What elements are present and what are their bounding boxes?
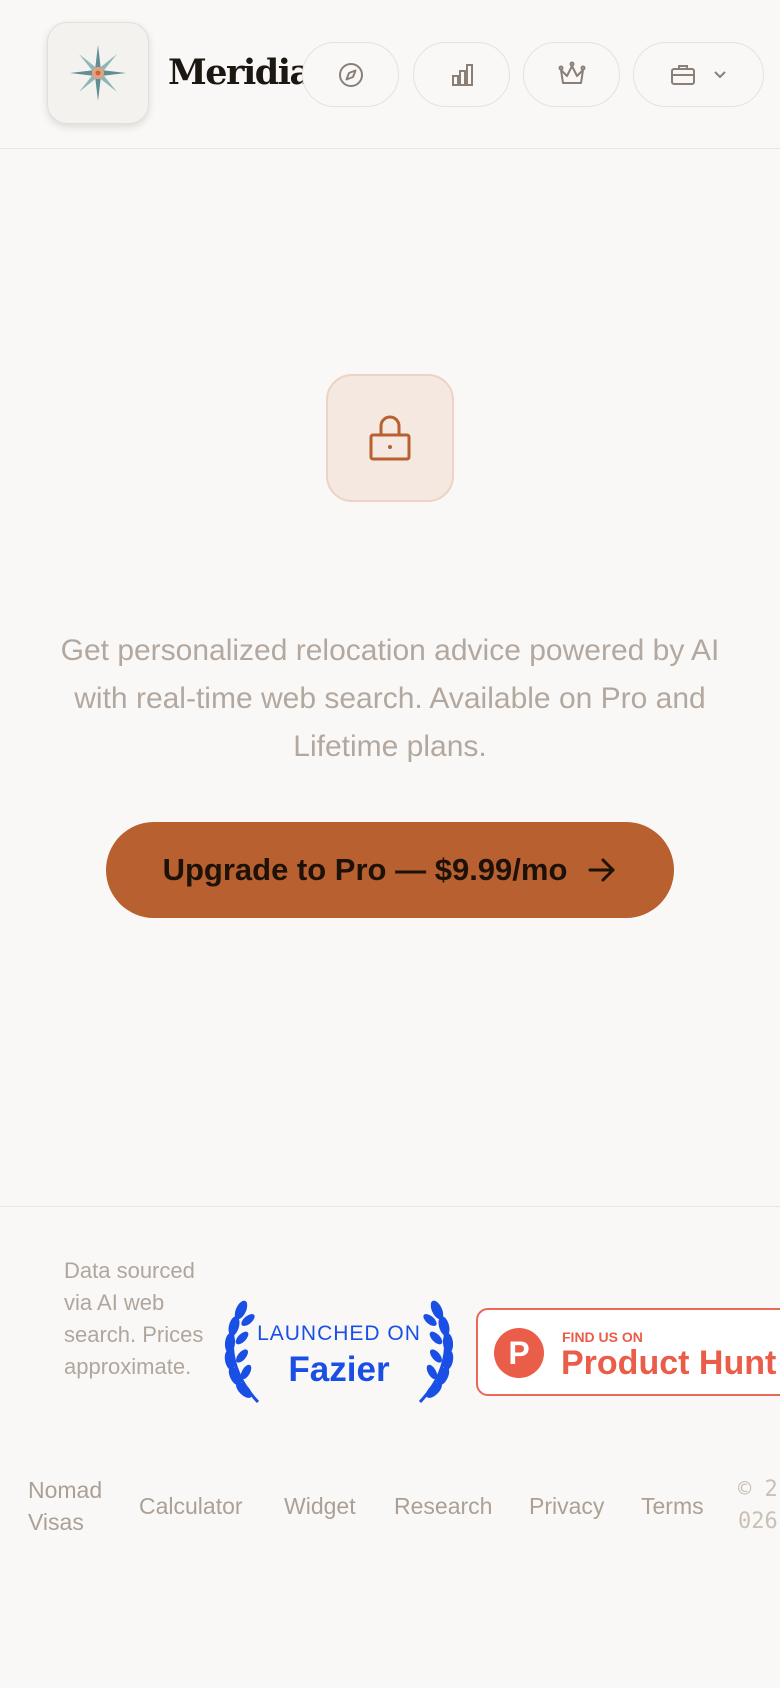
upgrade-button-label: Upgrade to Pro — $9.99/mo: [162, 852, 568, 887]
compass-rose-icon: [70, 45, 126, 101]
copyright-text: © 2026 Meridian: [738, 1477, 778, 1534]
nav-pro-button[interactable]: [523, 42, 620, 107]
lock-badge: [326, 374, 454, 502]
product-hunt-name: Product Hunt: [561, 1344, 777, 1382]
laurel-right-icon: [418, 1300, 454, 1404]
data-source-note: Data sourced via AI web search. Prices a…: [64, 1258, 204, 1379]
compass-icon: [338, 62, 363, 87]
arrow-right-icon: [588, 858, 615, 882]
nav-compare-button[interactable]: [413, 42, 510, 107]
product-hunt-find-label: FIND US ON: [562, 1329, 643, 1345]
footer-link-calculator[interactable]: Calculator: [139, 1490, 243, 1522]
footer-link-privacy[interactable]: Privacy: [529, 1490, 604, 1522]
footer-divider: [0, 1206, 780, 1207]
header: Meridian: [0, 0, 780, 149]
paywall-description: Get personalized relocation advice power…: [60, 634, 720, 763]
product-hunt-badge[interactable]: P FIND US ON Product Hunt: [476, 1308, 780, 1396]
fazier-badge[interactable]: LAUNCHED ON Fazier: [214, 1296, 464, 1406]
upgrade-button[interactable]: Upgrade to Pro — $9.99/mo: [106, 822, 674, 918]
crown-icon: [558, 61, 585, 84]
briefcase-icon: [670, 64, 695, 85]
logo[interactable]: [47, 22, 149, 124]
lock-icon: [369, 415, 411, 461]
footer-link-widget[interactable]: Widget: [284, 1490, 356, 1522]
footer-links: Nomad Visas Calculator Widget Research P…: [0, 1474, 780, 1538]
footer-link-nomad-visas[interactable]: Nomad Visas: [28, 1474, 118, 1538]
nav-tools-dropdown[interactable]: [633, 42, 764, 107]
paywall-section: Get personalized relocation advice power…: [0, 150, 780, 1206]
copyright: © 2026 Meridian: [738, 1474, 780, 1540]
footer-link-terms[interactable]: Terms: [641, 1490, 704, 1522]
chevron-down-icon: [713, 70, 726, 78]
product-hunt-logo: P: [494, 1328, 544, 1378]
nav-explore-button[interactable]: [302, 42, 399, 107]
footer-link-research[interactable]: Research: [394, 1490, 492, 1522]
bar-chart-icon: [451, 63, 473, 86]
